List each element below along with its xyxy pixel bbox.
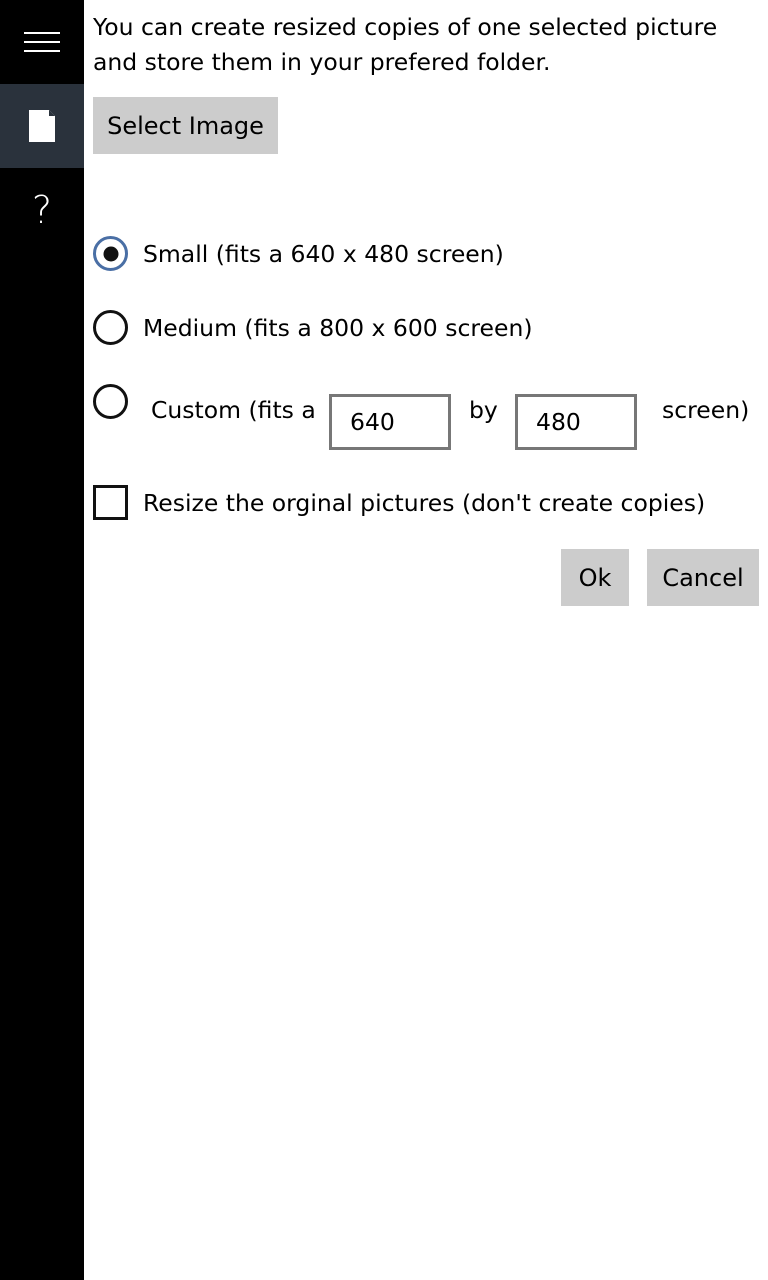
custom-label-suffix: screen) <box>662 396 750 424</box>
select-image-button[interactable]: Select Image <box>93 97 278 154</box>
cancel-button[interactable]: Cancel <box>647 549 759 606</box>
custom-by-label: by <box>469 396 498 424</box>
size-option-small[interactable]: Small (fits a 640 x 480 screen) <box>93 236 504 271</box>
size-option-custom: Custom (fits a by screen) <box>93 384 763 450</box>
custom-label-prefix: Custom (fits a <box>151 396 316 424</box>
size-option-medium[interactable]: Medium (fits a 800 x 600 screen) <box>93 310 533 345</box>
nav-item-help[interactable]: ? <box>0 168 84 252</box>
hamburger-menu-button[interactable] <box>0 0 84 84</box>
resize-original-checkbox[interactable] <box>93 485 128 520</box>
radio-label-medium: Medium (fits a 800 x 600 screen) <box>143 313 533 342</box>
radio-small[interactable] <box>93 236 128 271</box>
custom-width-field[interactable] <box>329 394 451 450</box>
radio-medium[interactable] <box>93 310 128 345</box>
ok-button[interactable]: Ok <box>561 549 629 606</box>
radio-label-small: Small (fits a 640 x 480 screen) <box>143 239 504 268</box>
hamburger-menu-icon <box>24 32 60 52</box>
resize-original-option[interactable]: Resize the orginal pictures (don't creat… <box>93 485 705 520</box>
custom-height-field[interactable] <box>515 394 637 450</box>
resize-original-label: Resize the orginal pictures (don't creat… <box>143 488 706 517</box>
main-content: You can create resized copies of one sel… <box>84 0 768 1280</box>
navigation-sidebar: ? <box>0 0 84 1280</box>
intro-text: You can create resized copies of one sel… <box>93 13 718 76</box>
document-icon <box>29 110 55 142</box>
nav-item-resize[interactable] <box>0 84 84 168</box>
radio-custom[interactable] <box>93 384 128 419</box>
help-icon: ? <box>31 188 53 232</box>
